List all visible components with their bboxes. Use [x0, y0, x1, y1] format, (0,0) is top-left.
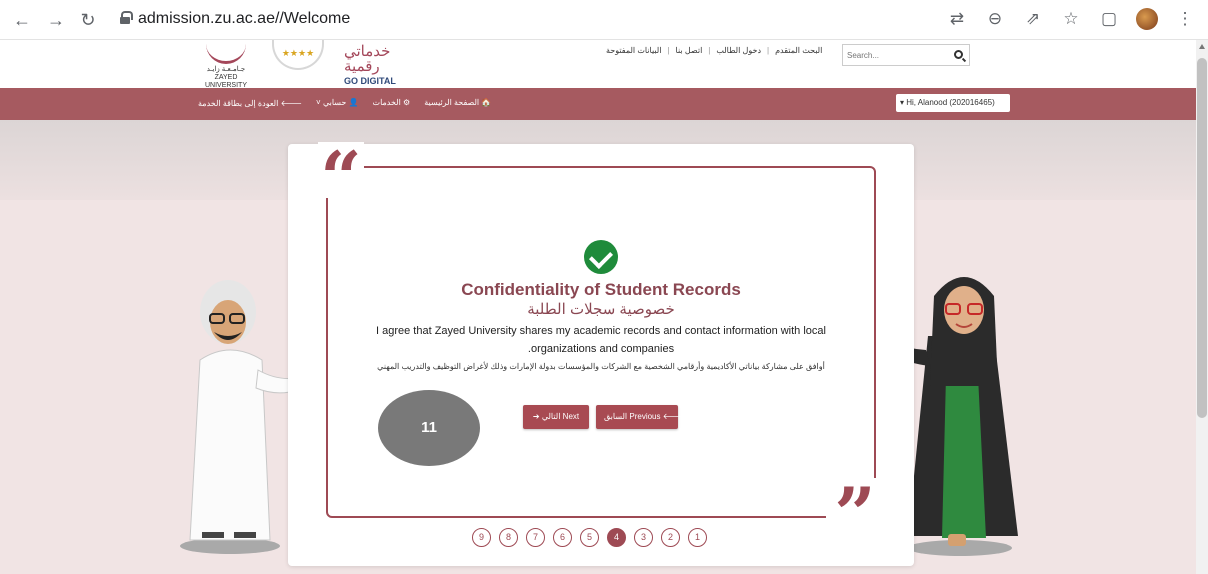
scroll-thumb[interactable] — [1197, 58, 1207, 418]
close-quote-icon: ” — [826, 478, 884, 550]
bookmark-star-icon[interactable]: ☆ — [1060, 8, 1082, 30]
main-navbar: 🏠 الصفحة الرئيسية ⚙ الخدمات 👤 حسابي ˅ 🡐 … — [0, 88, 1196, 120]
link-contact-us[interactable]: اتصل بنا — [676, 46, 703, 55]
zoom-icon[interactable]: ⊖ — [984, 8, 1006, 30]
link-student-login[interactable]: دخول الطالب — [716, 46, 761, 55]
top-links: البحث المتقدم | دخول الطالب | اتصل بنا |… — [606, 46, 823, 55]
nav-items: 🏠 الصفحة الرئيسية ⚙ الخدمات 👤 حسابي ˅ 🡐 … — [198, 98, 491, 108]
forward-arrow-icon[interactable]: → — [44, 8, 68, 32]
page-dot-2[interactable]: 2 — [661, 528, 680, 547]
consent-text-ar: أوافق على مشاركة بياناتي الأكاديمية وأرق… — [377, 362, 825, 371]
step-number-badge: 11 — [378, 390, 480, 466]
zayed-university-logo[interactable]: جـامـعـة زايـد ZAYED UNIVERSITY — [196, 42, 252, 89]
digital-logo-ar: خدماتي رقمية — [344, 43, 391, 75]
search-icon[interactable] — [954, 50, 963, 59]
page-dot-8[interactable]: 8 — [499, 528, 518, 547]
link-open-data[interactable]: البيانات المفتوحة — [606, 46, 661, 55]
search-input[interactable] — [847, 47, 947, 63]
nav-my-account[interactable]: 👤 حسابي ˅ — [316, 98, 359, 108]
stars-rating-badge: ★★★★ — [272, 40, 324, 70]
page-dot-7[interactable]: 7 — [526, 528, 545, 547]
check-circle-icon — [584, 240, 618, 274]
translate-icon[interactable]: ⇄ — [946, 8, 968, 30]
scroll-up-arrow-icon[interactable] — [1199, 44, 1205, 49]
logo-swoosh — [206, 42, 246, 64]
lock-icon — [120, 11, 133, 24]
nav-back-to-service-card[interactable]: 🡐 العودة إلى بطاقة الخدمة — [198, 98, 302, 108]
side-panel-icon[interactable]: ▢ — [1098, 8, 1120, 30]
digital-logo-en: GO DIGITAL — [344, 76, 396, 86]
open-quote-icon: “ — [318, 142, 364, 214]
step-pager: 9 8 7 6 5 4 3 2 1 — [472, 528, 707, 547]
link-advanced-search[interactable]: البحث المتقدم — [775, 46, 822, 55]
page-dot-9[interactable]: 9 — [472, 528, 491, 547]
nav-services[interactable]: ⚙ الخدمات — [373, 98, 411, 108]
university-name: ZAYED UNIVERSITY — [204, 74, 247, 89]
nav-home[interactable]: 🏠 الصفحة الرئيسية — [424, 98, 491, 108]
previous-button[interactable]: السابق Previous 🡐 — [596, 405, 684, 429]
university-name-ar: جـامـعـة زايـد — [206, 66, 246, 73]
page-dot-5[interactable]: 5 — [580, 528, 599, 547]
page-dot-3[interactable]: 3 — [634, 528, 653, 547]
page-dot-6[interactable]: 6 — [553, 528, 572, 547]
page-dot-1[interactable]: 1 — [688, 528, 707, 547]
profile-avatar-icon[interactable] — [1136, 8, 1158, 30]
back-arrow-icon[interactable]: ← — [10, 8, 34, 32]
reload-icon[interactable]: ↻ — [76, 8, 100, 32]
card-title: Confidentiality of Student Records — [461, 280, 741, 299]
url-text: admission.zu.ac.ae//Welcome — [138, 10, 351, 27]
search-box — [842, 44, 970, 66]
browser-tools: ⇄ ⊖ ⇗ ☆ ▢ ⋮ — [946, 8, 1196, 30]
consent-text-en: I agree that Zayed University shares my … — [376, 325, 826, 355]
next-button[interactable]: ➔ التالي Next — [523, 405, 589, 429]
card-title-ar: خصوصية سجلات الطلبة — [527, 301, 675, 318]
user-menu-dropdown[interactable]: ▾ Hi, Alanood (202016465) — [896, 94, 1010, 112]
site-header: جـامـعـة زايـد ZAYED UNIVERSITY ★★★★ خدم… — [0, 40, 1196, 89]
go-digital-logo: خدماتي رقمية GO DIGITAL — [344, 44, 404, 86]
page-dot-4-active[interactable]: 4 — [607, 528, 626, 547]
browser-toolbar: ← → ↻ admission.zu.ac.ae//Welcome ⇄ ⊖ ⇗ … — [0, 0, 1208, 40]
share-icon[interactable]: ⇗ — [1022, 8, 1044, 30]
page-scrollbar[interactable] — [1196, 40, 1208, 574]
kebab-menu-icon[interactable]: ⋮ — [1174, 8, 1196, 30]
